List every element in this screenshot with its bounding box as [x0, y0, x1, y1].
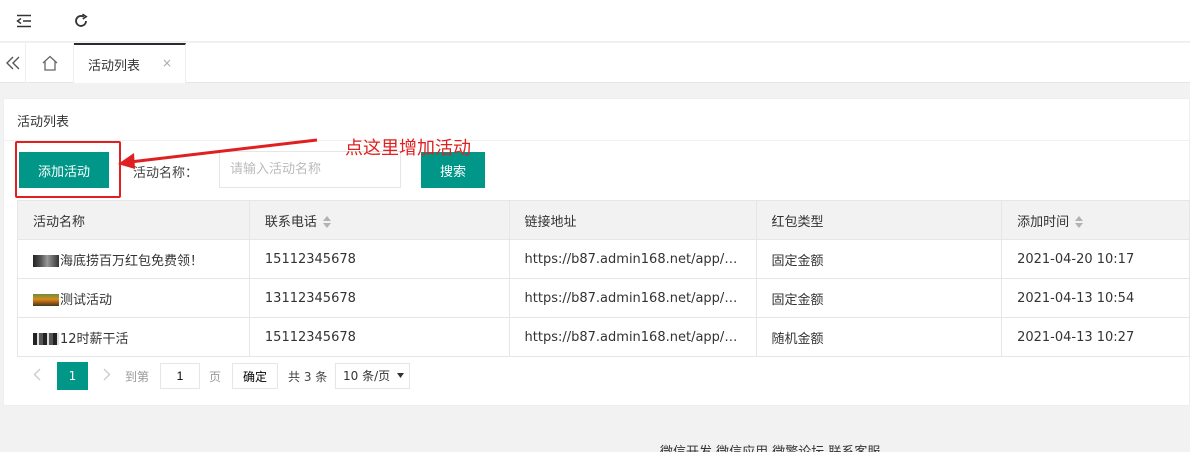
card-title: 活动列表	[17, 115, 70, 130]
table-row[interactable]: 12时薪干活 15112345678 https://b87.admin168.…	[17, 317, 1190, 357]
tab-label: 活动列表	[88, 59, 141, 74]
page-size-value: 10 条/页	[343, 369, 391, 383]
column-header-time[interactable]: 添加时间	[1001, 200, 1190, 240]
double-chevron-left-icon[interactable]	[0, 43, 26, 83]
total-count: 共 3 条	[288, 370, 328, 384]
column-header-phone[interactable]: 联系电话	[248, 200, 510, 240]
top-bar	[0, 0, 1190, 42]
cell-link: https://b87.admin168.net/app/in…	[508, 239, 757, 279]
table-row[interactable]: 海底捞百万红包免费领！ 15112345678 https://b87.admi…	[17, 239, 1190, 279]
tab-bar: 活动列表 ×	[0, 43, 1190, 83]
cell-time: 2021-04-20 10:17	[1001, 239, 1190, 279]
pagination: 1 到第 页 确定 共 3 条 10 条/页	[17, 355, 1190, 395]
page-label: 页	[209, 370, 222, 384]
close-icon[interactable]: ×	[162, 56, 172, 70]
annotation-arrow	[118, 138, 318, 169]
activity-thumbnail-icon	[33, 255, 59, 267]
page-size-select[interactable]: 10 条/页	[335, 363, 410, 389]
chevron-right-icon[interactable]	[103, 368, 111, 385]
sort-icon[interactable]	[322, 216, 331, 228]
home-icon[interactable]	[26, 43, 74, 83]
activity-thumbnail-icon	[33, 333, 59, 345]
column-header-name: 活动名称	[17, 200, 250, 240]
activity-thumbnail-icon	[33, 294, 59, 306]
page-current[interactable]: 1	[57, 362, 88, 390]
cell-link: https://b87.admin168.net/app/in…	[508, 317, 757, 357]
cell-type: 随机金额	[755, 317, 1003, 357]
dropdown-arrow-icon	[397, 373, 404, 378]
cell-name: 12时薪干活	[17, 317, 250, 357]
cell-phone: 15112345678	[248, 317, 510, 357]
refresh-icon[interactable]	[69, 9, 93, 33]
table-header-row: 活动名称 联系电话 链接地址 红包类型 添加时间	[17, 200, 1190, 240]
activity-table: 活动名称 联系电话 链接地址 红包类型 添加时间 海底捞百万红包免费领！ 151…	[17, 200, 1190, 357]
confirm-page-button[interactable]: 确定	[232, 363, 278, 389]
column-header-type: 红包类型	[755, 200, 1003, 240]
page-number-input[interactable]	[160, 363, 200, 389]
annotation-text: 点这里增加活动	[345, 138, 471, 159]
goto-label: 到第	[125, 370, 150, 384]
cell-link: https://b87.admin168.net/app/in…	[508, 278, 757, 318]
cell-time: 2021-04-13 10:54	[1001, 278, 1190, 318]
cell-type: 固定金额	[755, 278, 1003, 318]
cell-phone: 15112345678	[248, 239, 510, 279]
cell-phone: 13112345678	[248, 278, 510, 318]
cell-type: 固定金额	[755, 239, 1003, 279]
column-header-link: 链接地址	[508, 200, 757, 240]
cell-name: 测试活动	[17, 278, 250, 318]
annotation-highlight-box	[15, 141, 121, 198]
cell-name: 海底捞百万红包免费领！	[17, 239, 250, 279]
tab-activity-list[interactable]: 活动列表 ×	[74, 43, 186, 83]
cell-time: 2021-04-13 10:27	[1001, 317, 1190, 357]
table-row[interactable]: 测试活动 13112345678 https://b87.admin168.ne…	[17, 278, 1190, 318]
sort-icon[interactable]	[1075, 216, 1084, 228]
chevron-left-icon[interactable]	[33, 368, 41, 385]
menu-collapse-icon[interactable]	[12, 9, 36, 33]
footer-links: 微信开发 微信应用 微擎论坛 联系客服	[660, 441, 880, 452]
